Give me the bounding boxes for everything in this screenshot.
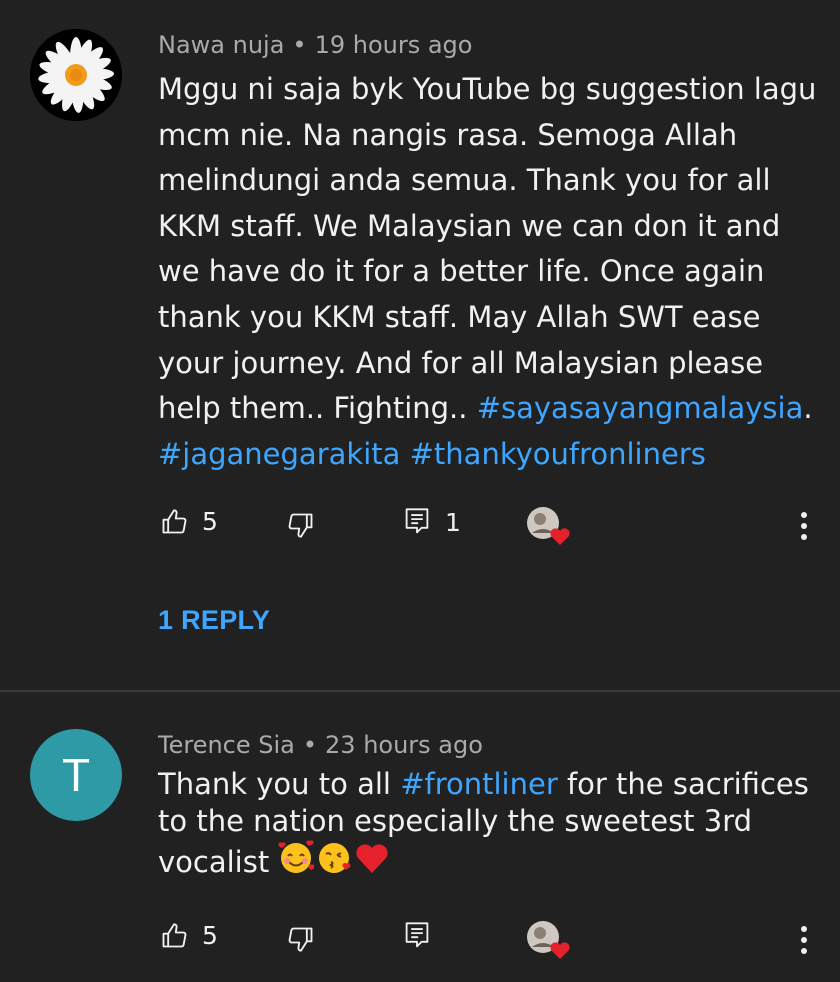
comment-text-segment: KKM staff. We Malaysian we can don it an…	[158, 208, 781, 243]
red-heart-emoji-icon	[354, 840, 390, 885]
comment-time[interactable]: 23 hours ago	[325, 731, 483, 759]
comment-nawa-nuja: Nawa nuja • 19 hours ago Mggu ni saja byk …	[0, 0, 840, 690]
comment-text-segment: to the nation especially the sweetest 3r…	[158, 804, 753, 838]
comment-text-segment: .	[803, 391, 813, 426]
thumbs-up-icon	[162, 922, 187, 947]
kebab-menu-icon	[801, 512, 807, 540]
comment-actions: 5	[0, 921, 840, 961]
creator-heart	[526, 505, 572, 547]
reply-count: 1	[445, 507, 461, 537]
like-button[interactable]: 5	[160, 507, 218, 536]
face-blowing-kiss-emoji-icon	[316, 840, 352, 885]
creator-heart-icon	[527, 921, 570, 959]
comment-line: we have do it for a better life. Once ag…	[158, 249, 818, 295]
comment-text-segment: melindungi anda semua. Thank you for all	[158, 163, 771, 198]
comment-meta: Terence Sia • 23 hours ago	[158, 731, 483, 759]
comment-text-segment: thank you KKM staff. May Allah SWT ease	[158, 299, 761, 334]
more-options-button[interactable]	[798, 925, 810, 955]
view-replies-link[interactable]: 1 REPLY	[158, 605, 270, 636]
creator-heart	[526, 919, 572, 961]
meta-separator: •	[292, 31, 307, 59]
comment-text: Thank you to all #frontliner for the sac…	[158, 766, 818, 885]
more-options-button[interactable]	[798, 511, 810, 541]
meta-separator: •	[302, 731, 318, 759]
reply-comment-icon	[405, 922, 429, 948]
comment-line: your journey. And for all Malaysian plea…	[158, 341, 818, 387]
comment-text-segment: help them.. Fighting..	[158, 391, 477, 426]
comment-text-segment: we have do it for a better life. Once ag…	[158, 254, 765, 289]
comment-line: Thank you to all #frontliner for the sac…	[158, 766, 818, 803]
thumbs-down-icon	[288, 513, 313, 538]
comment-line: melindungi anda semua. Thank you for all	[158, 158, 818, 204]
hashtag-link[interactable]: #thankyoufronliners	[410, 437, 706, 471]
comment-actions: 5 1	[0, 507, 840, 547]
comment-line: Mggu ni saja byk YouTube bg suggestion l…	[158, 67, 818, 113]
author-name[interactable]: Nawa nuja	[158, 31, 284, 59]
comment-text: Mggu ni saja byk YouTube bg suggestion l…	[158, 67, 818, 477]
kebab-menu-icon	[801, 926, 807, 954]
hashtag-link[interactable]: #frontliner	[400, 767, 558, 801]
avatar-letter[interactable]: T	[30, 729, 122, 821]
reply-button[interactable]	[403, 921, 431, 951]
comment-line: thank you KKM staff. May Allah SWT ease	[158, 295, 818, 341]
avatar-initial: T	[61, 749, 91, 801]
creator-heart-icon	[527, 507, 570, 545]
comment-text-segment: mcm nie. Na nangis rasa. Semoga Allah	[158, 117, 738, 152]
dislike-button[interactable]	[287, 925, 315, 953]
reply-button[interactable]: 1	[403, 507, 461, 537]
hashtag-link[interactable]: #jaganegarakita	[158, 437, 400, 471]
reply-comment-icon	[405, 508, 429, 534]
comment-terence-sia: T Terence Sia • 23 hours ago Thank you to …	[0, 692, 840, 982]
daisy-icon	[30, 29, 122, 121]
like-count: 5	[202, 921, 218, 950]
comment-line: mcm nie. Na nangis rasa. Semoga Allah	[158, 113, 818, 159]
comment-time[interactable]: 19 hours ago	[315, 31, 473, 59]
comment-text-segment: your journey. And for all Malaysian plea…	[158, 345, 764, 380]
thumbs-up-icon	[162, 508, 187, 533]
like-count: 5	[202, 507, 218, 536]
comment-text-segment: for the sacrifices	[557, 767, 809, 801]
comment-line: help them.. Fighting.. #sayasayangmalays…	[158, 386, 818, 432]
smiling-face-with-hearts-emoji-icon	[278, 840, 317, 885]
comment-text-segment: Thank you to all	[158, 767, 401, 801]
comment-text-segment: Mggu ni saja byk YouTube bg suggestion l…	[158, 72, 817, 106]
hashtag-link[interactable]: #sayasayangmalaysia	[477, 391, 804, 425]
author-name[interactable]: Terence Sia	[158, 731, 295, 759]
comment-meta: Nawa nuja • 19 hours ago	[158, 31, 472, 59]
comment-text-segment	[400, 437, 409, 471]
comment-line: KKM staff. We Malaysian we can don it an…	[158, 204, 818, 250]
comment-line: to the nation especially the sweetest 3r…	[158, 803, 818, 840]
thumbs-down-icon	[288, 927, 313, 952]
dislike-button[interactable]	[287, 511, 315, 539]
like-button[interactable]: 5	[160, 921, 218, 950]
comment-text-segment: vocalist	[158, 845, 279, 879]
comment-line: #jaganegarakita #thankyoufronliners	[158, 432, 818, 478]
comment-line: vocalist	[158, 840, 818, 885]
avatar-daisy[interactable]	[30, 29, 122, 121]
